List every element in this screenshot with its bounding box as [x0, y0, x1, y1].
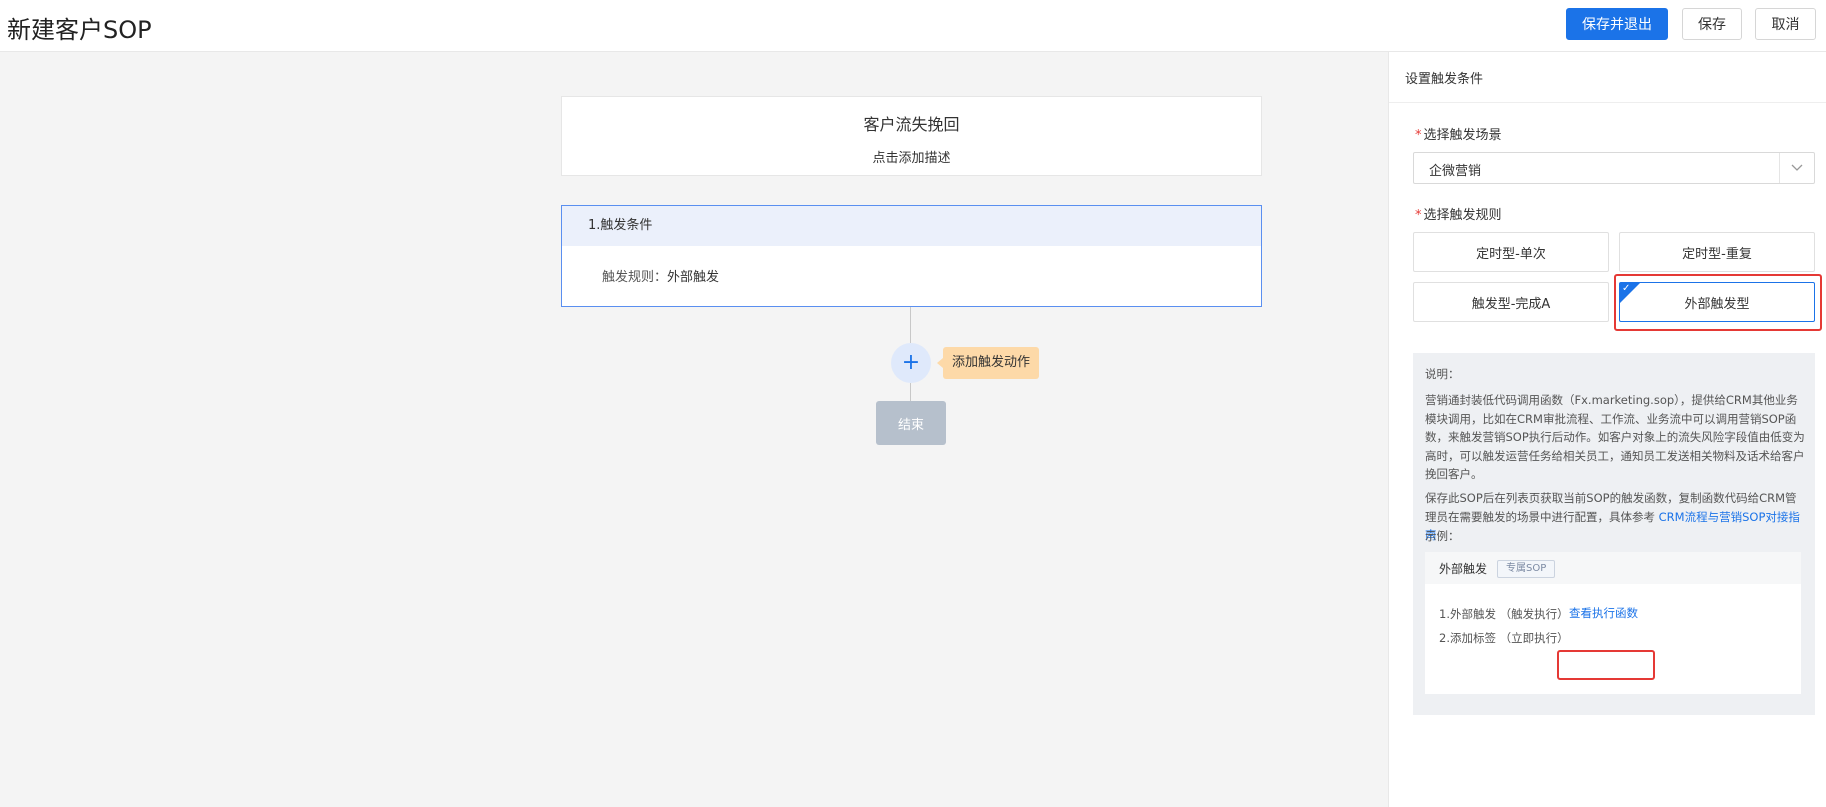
scene-label-text: 选择触发场景 — [1423, 128, 1502, 143]
rule-option-label: 触发型-完成A — [1471, 296, 1551, 312]
rule-label: * 选择触发规则 — [1415, 204, 1502, 223]
example-card-header: 外部触发 专属SOP — [1425, 552, 1801, 584]
settings-panel: 设置触发条件 * 选择触发场景 企微营销 * 选择触发规则 定时型-单次 定时型-重… — [1388, 52, 1826, 807]
rule-option-timed-once[interactable]: 定时型-单次 — [1413, 232, 1609, 272]
rule-label-text: 选择触发规则 — [1423, 208, 1502, 223]
example-step-2: 2.添加标签 （立即执行） — [1439, 631, 1569, 645]
add-action-tooltip[interactable]: 添加触发动作 — [936, 347, 1040, 379]
example-title: 外部触发 — [1439, 562, 1488, 576]
sop-title-card[interactable]: 客户流失挽回 点击添加描述 — [561, 96, 1262, 176]
info-heading: 说明： — [1425, 367, 1460, 381]
highlight-box — [1557, 650, 1655, 680]
highlight-box — [1614, 274, 1822, 331]
page-title: 新建客户SOP — [7, 16, 152, 44]
divider — [1389, 102, 1826, 103]
scene-select-value: 企微营销 — [1429, 164, 1482, 179]
info-paragraph-1: 营销通封装低代码调用函数（Fx.marketing.sop），提供给CRM其他业… — [1425, 393, 1805, 481]
scene-select[interactable]: 企微营销 — [1413, 152, 1815, 184]
trigger-condition-node[interactable]: 1.触发条件 触发规则：外部触发 — [561, 205, 1262, 307]
top-header: 新建客户SOP 保存并退出 保存 取消 — [0, 0, 1826, 52]
trigger-node-body: 触发规则：外部触发 — [562, 246, 1261, 285]
required-mark: * — [1415, 208, 1422, 223]
trigger-rule-key: 触发规则： — [602, 270, 668, 285]
connector-line — [910, 383, 911, 401]
save-button[interactable]: 保存 — [1682, 8, 1742, 40]
required-mark: * — [1415, 128, 1422, 143]
rule-option-label: 定时型-重复 — [1682, 246, 1752, 262]
rule-option-trigger-complete[interactable]: 触发型-完成A — [1413, 282, 1609, 322]
view-function-link[interactable]: 查看执行函数 — [1569, 605, 1638, 621]
chevron-down-icon[interactable] — [1779, 153, 1814, 183]
save-and-exit-button[interactable]: 保存并退出 — [1566, 8, 1668, 40]
trigger-rule-value: 外部触发 — [667, 270, 720, 285]
sop-name[interactable]: 客户流失挽回 — [562, 111, 1261, 135]
panel-title: 设置触发条件 — [1405, 72, 1484, 87]
exclusive-sop-badge: 专属SOP — [1497, 560, 1556, 578]
rule-option-timed-repeat[interactable]: 定时型-重复 — [1619, 232, 1815, 272]
sop-description-link[interactable]: 点击添加描述 — [562, 147, 1261, 166]
example-step-1: 1.外部触发 （触发执行） — [1439, 607, 1569, 621]
cancel-button[interactable]: 取消 — [1755, 8, 1816, 40]
flow-canvas: 客户流失挽回 点击添加描述 1.触发条件 触发规则：外部触发 + 添加触发动作 … — [0, 52, 1388, 807]
scene-label: * 选择触发场景 — [1415, 124, 1502, 143]
trigger-node-title: 1.触发条件 — [562, 206, 1261, 246]
plus-icon: + — [901, 350, 921, 375]
rule-option-label: 定时型-单次 — [1476, 246, 1546, 262]
add-action-button[interactable]: + — [891, 343, 931, 383]
connector-line — [910, 307, 911, 343]
end-node: 结束 — [876, 401, 946, 445]
example-label: 示例： — [1425, 529, 1460, 543]
